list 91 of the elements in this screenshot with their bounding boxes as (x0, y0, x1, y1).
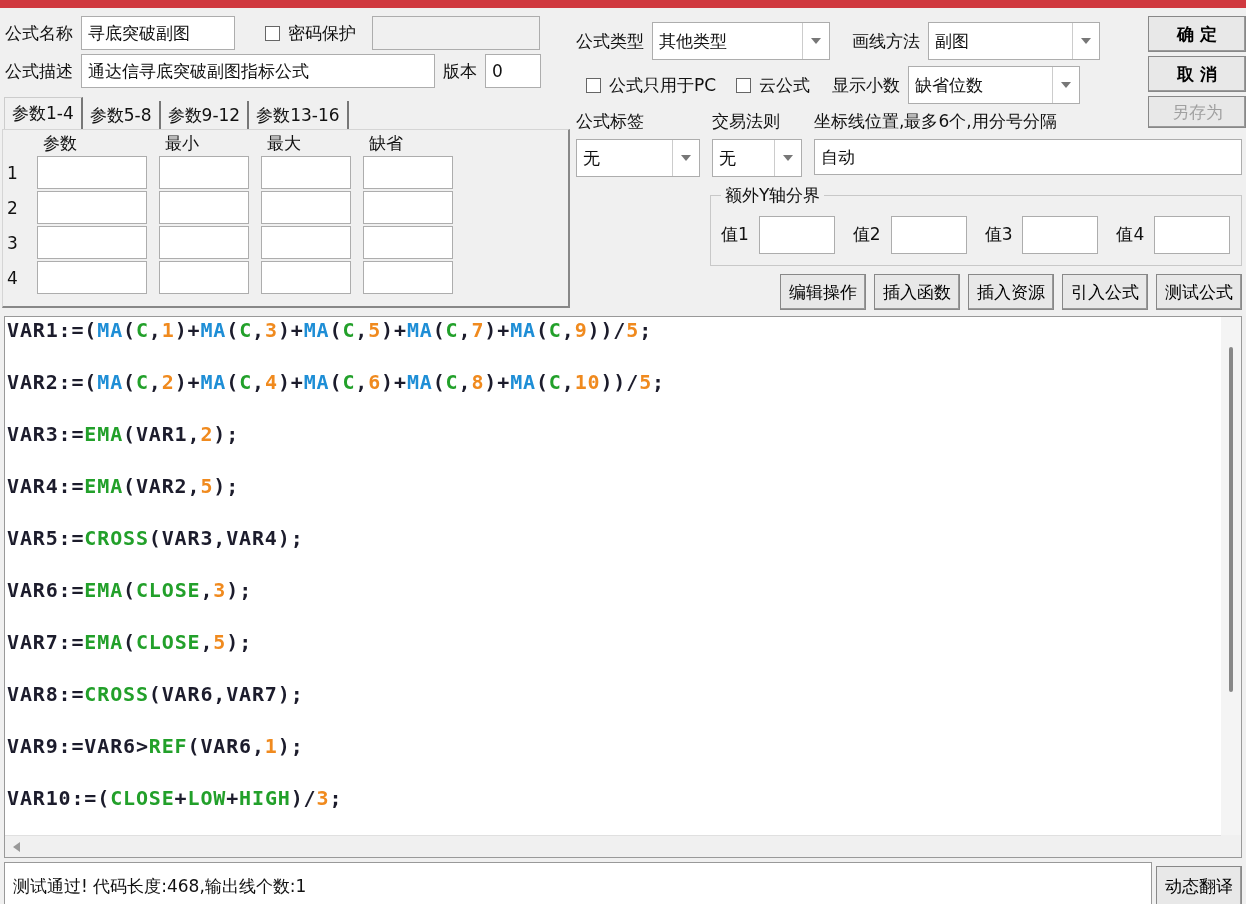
code-line: VAR9:=VAR6>REF(VAR6,1); (7, 736, 304, 757)
checkbox[interactable] (586, 77, 601, 93)
checkbox[interactable] (265, 25, 280, 41)
checkbox[interactable] (736, 77, 752, 93)
dropdown[interactable]: 缺省位数 (908, 66, 1081, 104)
input-field[interactable] (890, 215, 967, 254)
code-line: VAR8:=CROSS(VAR6,VAR7); (7, 684, 304, 705)
dropdown[interactable]: 其他类型 (652, 22, 830, 60)
input-field[interactable] (363, 226, 453, 259)
field-label: 公式标签 (576, 110, 644, 133)
field-label: 显示小数 (832, 73, 901, 97)
column-header: 最大 (266, 132, 302, 154)
scrollbar-corner (1221, 835, 1241, 857)
field-label: 值3 (984, 223, 1013, 246)
code-line: VAR1:=(MA(C,1)+MA(C,3)+MA(C,5)+MA(C,7)+MA(C,9))/5; (7, 320, 653, 341)
row-number: 1 (7, 161, 19, 185)
code-line: VAR2:=(MA(C,2)+MA(C,4)+MA(C,6)+MA(C,8)+MA(C,10))/5; (7, 372, 665, 393)
button[interactable]: 插入函数 (874, 274, 960, 310)
code-line: VAR5:=CROSS(VAR3,VAR4); (7, 528, 304, 549)
dropdown[interactable]: 无 (576, 139, 700, 177)
input-field[interactable] (37, 191, 147, 224)
scroll-left-icon[interactable] (13, 841, 20, 852)
field-label: 值1 (721, 223, 749, 246)
input-field[interactable]: 自动 (814, 139, 1242, 175)
input-field[interactable] (363, 261, 453, 294)
field-label: 值4 (1116, 223, 1145, 246)
button[interactable]: 取 消 (1148, 56, 1246, 92)
row-number: 4 (7, 266, 19, 290)
row-number: 2 (7, 196, 19, 220)
input-field[interactable] (159, 226, 249, 259)
caret-icon (811, 38, 821, 44)
field-label: 坐标线位置,最多6个,用分号分隔 (814, 110, 1057, 133)
field-label: 值2 (852, 223, 881, 246)
field-label: 公式描述 (5, 59, 73, 83)
code-editor[interactable] (4, 316, 1242, 858)
input-field[interactable] (1154, 215, 1231, 254)
dropdown[interactable]: 副图 (928, 22, 1100, 60)
input-field[interactable] (1022, 215, 1099, 254)
input-field[interactable] (37, 261, 147, 294)
caret-icon (783, 155, 793, 161)
vertical-scrollbar[interactable] (1221, 317, 1241, 835)
caret-icon (681, 155, 691, 161)
dropdown[interactable]: 无 (712, 139, 802, 177)
field-label: 版本 (443, 59, 477, 83)
input-field[interactable]: 0 (485, 54, 541, 88)
input-field[interactable]: 寻底突破副图 (81, 16, 235, 50)
status-message: 测试通过! 代码长度:468,输出线个数:1 (4, 862, 1152, 904)
caret-icon (1061, 82, 1072, 88)
input-field[interactable] (363, 156, 453, 189)
input-field[interactable] (159, 261, 249, 294)
input-field[interactable] (261, 226, 351, 259)
input-field[interactable] (261, 191, 351, 224)
tab[interactable]: 参数5-8 (82, 101, 161, 129)
checkbox-label: 公式只用于PC (609, 73, 717, 97)
input-field[interactable]: 通达信寻底突破副图指标公式 (81, 54, 435, 88)
tab[interactable]: 参数1-4 (4, 97, 83, 129)
input-field[interactable] (758, 215, 835, 254)
button[interactable]: 测试公式 (1156, 274, 1242, 310)
button[interactable]: 确 定 (1148, 16, 1246, 52)
input-field[interactable] (159, 156, 249, 189)
group-title: 额外Y轴分界 (721, 184, 825, 207)
button[interactable]: 动态翻译 (1156, 866, 1242, 904)
checkbox-label: 密码保护 (288, 21, 356, 45)
tab[interactable]: 参数13-16 (249, 101, 349, 129)
field-label: 交易法则 (712, 110, 780, 133)
column-header: 参数 (42, 132, 78, 154)
input-field[interactable] (159, 191, 249, 224)
field-label: 公式类型 (576, 29, 644, 53)
button[interactable]: 插入资源 (968, 274, 1054, 310)
code-line: VAR3:=EMA(VAR1,2); (7, 424, 240, 445)
input-field[interactable] (261, 261, 351, 294)
code-line: VAR7:=EMA(CLOSE,5); (7, 632, 253, 653)
field-label: 画线方法 (852, 29, 920, 53)
button[interactable]: 编辑操作 (780, 274, 866, 310)
code-line: VAR10:=(CLOSE+LOW+HIGH)/3; (7, 788, 343, 809)
tab[interactable]: 参数9-12 (160, 101, 250, 129)
checkbox-label: 云公式 (759, 73, 811, 97)
field-label: 公式名称 (5, 21, 73, 45)
column-header: 缺省 (368, 132, 404, 154)
code-line: VAR6:=EMA(CLOSE,3); (7, 580, 253, 601)
column-header: 最小 (164, 132, 200, 154)
input-field[interactable] (37, 226, 147, 259)
row-number: 3 (7, 231, 19, 255)
horizontal-scrollbar[interactable] (5, 835, 1221, 857)
button[interactable]: 引入公式 (1062, 274, 1148, 310)
input-field[interactable] (363, 191, 453, 224)
code-line: VAR4:=EMA(VAR2,5); (7, 476, 240, 497)
input-field[interactable] (37, 156, 147, 189)
password-field[interactable] (372, 16, 540, 50)
input-field[interactable] (261, 156, 351, 189)
caret-icon (1081, 38, 1091, 44)
